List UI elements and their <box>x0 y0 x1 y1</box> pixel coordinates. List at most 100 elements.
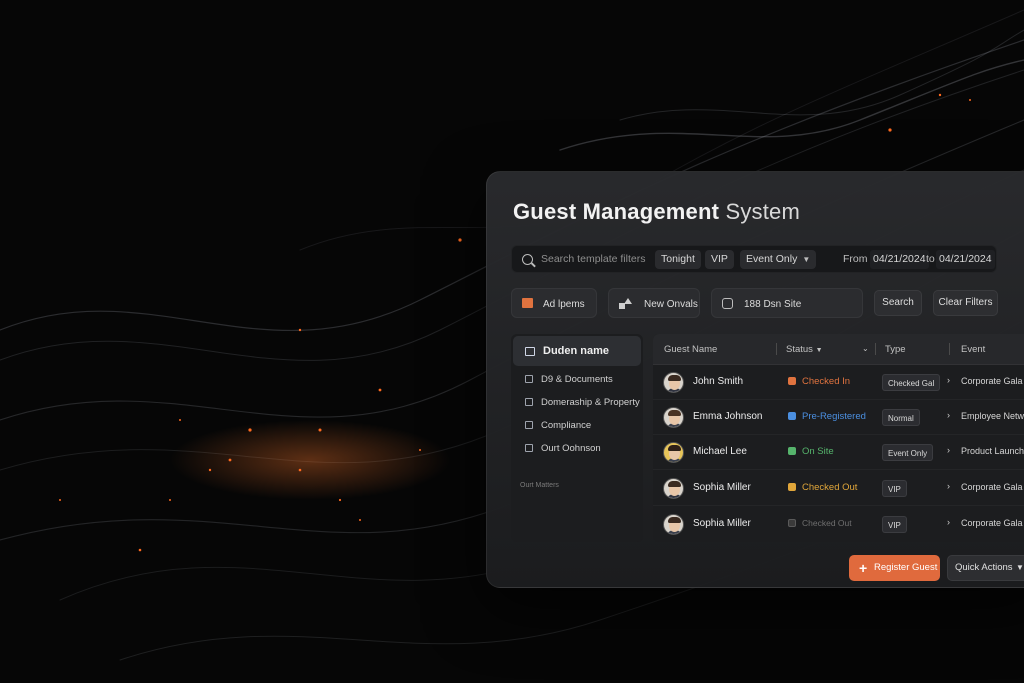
avatar <box>663 442 684 463</box>
chevron-right-icon[interactable]: › <box>947 517 950 527</box>
event-name: Product Launch <box>961 446 1024 456</box>
table-row[interactable]: Sophia Miller Checked Out VIP › Corporat… <box>653 506 1024 542</box>
event-name: Employee Networ <box>961 411 1024 421</box>
site-filter-button[interactable]: 188 Dsn Site <box>711 288 863 318</box>
new-onvals-label: New Onvals <box>644 299 698 310</box>
camera-icon <box>722 298 733 309</box>
status-dot-icon <box>788 412 796 420</box>
plus-icon: + <box>859 560 868 576</box>
clear-filters-button[interactable]: Clear Filters <box>933 290 998 316</box>
folder-icon <box>525 375 533 383</box>
guest-table: Guest Name Status ▼ ⌄ Type Event John Sm… <box>653 334 1024 542</box>
quick-actions-label: Quick Actions <box>955 562 1013 573</box>
sidebar-item-documents[interactable]: D9 & Documents <box>525 374 613 390</box>
chevron-down-icon: ▼ <box>1016 563 1024 572</box>
type-badge: Event Only <box>882 444 934 461</box>
status-badge: Checked Out <box>788 482 857 493</box>
sidebar-item-ownership[interactable]: Domeraship & Property <box>525 397 640 413</box>
quick-actions-dropdown[interactable]: Quick Actions ▼ <box>947 555 1024 581</box>
type-badge: VIP <box>882 516 907 533</box>
search-button[interactable]: Search <box>874 290 922 316</box>
register-guest-button[interactable]: + Register Guest <box>849 555 940 581</box>
table-row[interactable]: Michael Lee On Site Event Only › Product… <box>653 435 1024 470</box>
search-filter-bar: Search template filters Tonight VIP Even… <box>511 245 997 273</box>
page-title: Guest Management System <box>513 199 801 224</box>
status-badge: Checked Out <box>788 518 852 528</box>
chevron-right-icon[interactable]: › <box>947 445 950 455</box>
status-dot-icon <box>788 483 796 491</box>
status-label: Checked Out <box>802 482 858 493</box>
date-from-input[interactable]: 04/21/2024 <box>870 250 929 269</box>
filter-event-only-dropdown[interactable]: Event Only ▼ <box>740 250 817 269</box>
search-input[interactable]: Search template filters <box>541 253 645 265</box>
sidebar-item-label: Compliance <box>541 420 592 431</box>
column-divider <box>875 343 876 355</box>
event-name: Corporate Gala <box>961 518 1023 528</box>
ad-items-label: Ad lpems <box>543 299 585 310</box>
table-row[interactable]: Sophia Miller Checked Out VIP › Corporat… <box>653 470 1024 506</box>
chevron-right-icon[interactable]: › <box>947 375 950 385</box>
column-divider <box>776 343 777 355</box>
chevron-down-icon[interactable]: ⌄ <box>862 344 869 353</box>
chevron-right-icon[interactable]: › <box>947 410 950 420</box>
avatar <box>663 478 684 499</box>
chevron-down-icon: ▼ <box>815 347 823 354</box>
search-icon[interactable] <box>522 254 533 265</box>
guest-name: Michael Lee <box>693 446 747 457</box>
status-dot-icon <box>788 447 796 455</box>
type-badge: Normal <box>882 409 920 426</box>
shapes-icon <box>619 298 632 309</box>
sidebar-item-ourt-oohnson[interactable]: Ourt Oohnson <box>525 443 601 459</box>
ad-items-button[interactable]: Ad lpems <box>511 288 597 318</box>
column-event[interactable]: Event <box>961 344 985 355</box>
status-label: Pre-Registered <box>802 411 866 422</box>
status-label: Checked Out <box>802 518 852 528</box>
sidebar-item-label: Domeraship & Property <box>541 397 640 408</box>
folder-icon <box>525 421 533 429</box>
document-icon <box>525 347 535 356</box>
sidebar-item-label: Ourt Oohnson <box>541 443 601 454</box>
sidebar-footer: Ourt Matters <box>520 482 559 489</box>
column-type[interactable]: Type <box>885 344 906 355</box>
column-status[interactable]: Status ▼ <box>786 344 823 355</box>
folder-icon <box>525 444 533 452</box>
sidebar-item-compliance[interactable]: Compliance <box>525 420 591 436</box>
filter-chip-tonight[interactable]: Tonight <box>655 250 701 269</box>
site-filter-label: 188 Dsn Site <box>744 299 802 310</box>
date-from-label: From <box>843 253 868 265</box>
avatar <box>663 407 684 428</box>
avatar <box>663 514 684 535</box>
status-dot-icon <box>788 519 796 527</box>
guest-name: Sophia Miller <box>693 518 751 529</box>
guest-name: Sophia Miller <box>693 482 751 493</box>
event-name: Corporate Gala <box>961 376 1023 386</box>
status-badge: Checked In <box>788 376 850 387</box>
status-label: Checked In <box>802 376 851 387</box>
filter-chip-vip[interactable]: VIP <box>705 250 734 269</box>
folder-icon <box>525 398 533 406</box>
column-guest-name[interactable]: Guest Name <box>664 344 717 355</box>
column-divider <box>949 343 950 355</box>
guest-name: Emma Johnson <box>693 411 763 422</box>
event-name: Corporate Gala <box>961 482 1023 492</box>
guest-name: John Smith <box>693 376 744 387</box>
type-badge: Checked Gal <box>882 374 941 391</box>
status-badge: Pre-Registered <box>788 411 866 422</box>
folder-icon <box>522 298 533 308</box>
sidebar-header[interactable]: Duden name <box>513 336 641 366</box>
event-only-label: Event Only <box>746 253 798 265</box>
chevron-down-icon: ▼ <box>802 255 811 264</box>
chevron-right-icon[interactable]: › <box>947 481 950 491</box>
date-to-input[interactable]: 04/21/2024 <box>936 250 995 269</box>
table-row[interactable]: John Smith Checked In Checked Gal › Corp… <box>653 365 1024 400</box>
table-row[interactable]: Emma Johnson Pre-Registered Normal › Emp… <box>653 400 1024 435</box>
guest-management-window: Guest Management System Search template … <box>486 171 1024 588</box>
new-onvals-button[interactable]: New Onvals <box>608 288 700 318</box>
type-badge: VIP <box>882 480 907 497</box>
register-guest-label: Register Guest <box>874 562 938 573</box>
status-dot-icon <box>788 377 796 385</box>
date-to-label: to <box>926 253 935 265</box>
avatar <box>663 372 684 393</box>
sidebar-item-label: D9 & Documents <box>541 374 613 385</box>
sidebar-header-label: Duden name <box>543 345 610 357</box>
